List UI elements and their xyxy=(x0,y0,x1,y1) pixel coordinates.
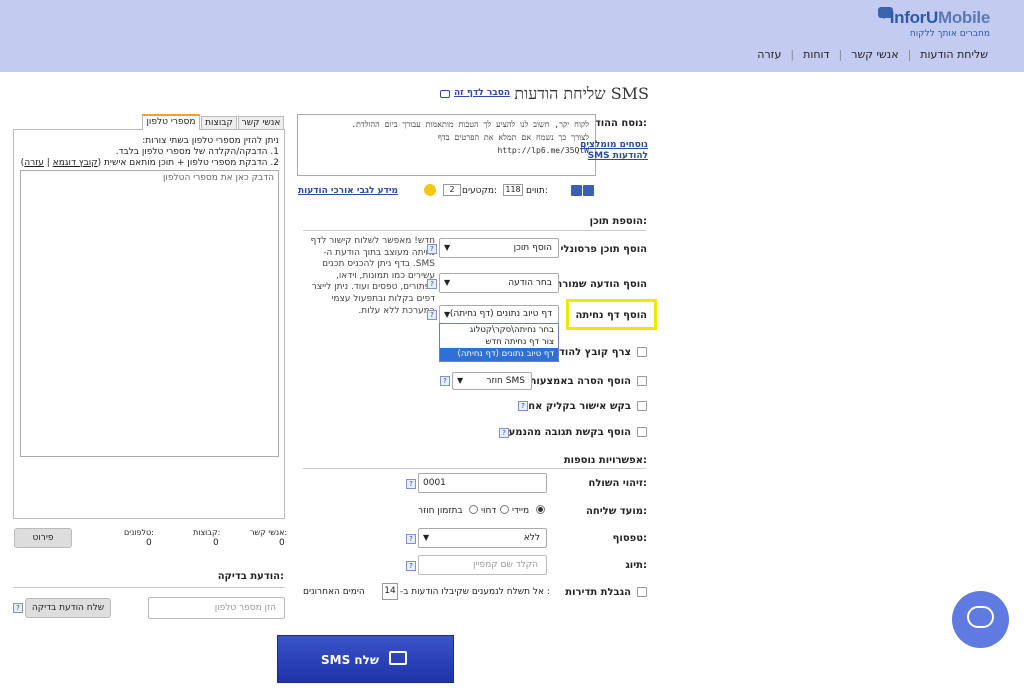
help-icon[interactable]: ? xyxy=(406,561,416,571)
reply-request-checkbox[interactable] xyxy=(637,427,647,437)
phones-count-label: טלפונים: xyxy=(124,528,154,537)
timing-immediate-label: מיידי xyxy=(512,506,530,516)
chat-widget-button[interactable] xyxy=(952,591,1009,648)
page-title: שליחת הודעות SMS xyxy=(514,84,649,103)
attach-file-checkbox[interactable] xyxy=(637,347,647,357)
example-file-link[interactable]: קובץ דוגמא xyxy=(53,158,98,168)
logo-tagline: מחברים אותך ללקוח xyxy=(909,29,990,39)
help-icon[interactable]: ? xyxy=(427,244,437,254)
align-right-icon[interactable] xyxy=(571,185,582,196)
help-icon[interactable]: ? xyxy=(406,479,416,489)
help-icon[interactable]: ? xyxy=(406,534,416,544)
nav-help[interactable]: עזרה xyxy=(757,48,781,61)
contacts-count-label: אנשי קשר: xyxy=(250,528,288,537)
landing-option-selected[interactable]: דף טיוב נתונים (דף נחיתה) xyxy=(440,348,558,361)
freq-limit-suffix: הימים האחרונים xyxy=(303,587,365,597)
help-icon[interactable]: ? xyxy=(518,401,528,411)
timing-delayed-radio[interactable] xyxy=(500,505,509,514)
send-test-button[interactable]: שלח הודעת בדיקה xyxy=(25,598,111,618)
saved-message-label: הוסף הודעה שמורה xyxy=(555,279,647,290)
one-click-checkbox[interactable] xyxy=(637,401,647,411)
segments-label: מקטעים: xyxy=(462,186,497,196)
landing-option[interactable]: בחר נחיתה\סקר\קטלוג xyxy=(440,324,558,336)
divider xyxy=(303,230,646,231)
details-button[interactable]: פירוט xyxy=(14,528,72,548)
one-click-label: בקש אישור בקליק אחד xyxy=(522,401,631,412)
timing-delayed-label: דחוי xyxy=(481,506,497,516)
main-nav: שליחת הודעות|אנשי קשר|דוחות|עזרה xyxy=(757,48,988,61)
landing-option[interactable]: צור דף נחיתה חדש xyxy=(440,336,558,348)
personal-content-select[interactable]: הוסף תוכן ▼ xyxy=(439,238,559,258)
content-section-title: הוספת תוכן: xyxy=(589,216,647,227)
tab-contacts[interactable]: אנשי קשר xyxy=(238,116,284,130)
template-select[interactable]: ללא ▼ xyxy=(418,528,547,548)
help-icon[interactable]: ? xyxy=(427,279,437,289)
landing-dropdown: בחר נחיתה\סקר\קטלוג צור דף נחיתה חדש דף … xyxy=(439,323,559,362)
unsubscribe-select[interactable]: SMS חוזר ▼ xyxy=(452,372,532,390)
align-left-icon[interactable] xyxy=(583,185,594,196)
nav-send-messages[interactable]: שליחת הודעות xyxy=(920,48,988,61)
divider xyxy=(303,468,646,469)
recipients-instructions: ניתן להזין מספרי טלפון בשתי צורות: 1. הד… xyxy=(20,136,279,168)
unsubscribe-checkbox[interactable] xyxy=(637,376,647,386)
nav-contacts[interactable]: אנשי קשר xyxy=(851,48,898,61)
landing-page-select[interactable]: דף טיוב נתונים (דף נחיתה) ▼ xyxy=(439,305,559,324)
timing-recurring-radio[interactable] xyxy=(469,505,478,514)
landing-page-label: הוסף דף נחיתה xyxy=(575,310,647,321)
help-icon[interactable]: ? xyxy=(499,428,509,438)
test-phone-input[interactable]: הזן מספר טלפון xyxy=(148,597,285,619)
saved-message-select[interactable]: בחר הודעה ▼ xyxy=(439,273,559,293)
nav-reports[interactable]: דוחות xyxy=(803,48,829,61)
send-sms-button[interactable]: שלח SMS xyxy=(277,635,454,683)
phone-numbers-textarea[interactable]: הדבק כאן את מספרי הטלפון xyxy=(20,170,279,457)
smiley-icon[interactable] xyxy=(424,184,436,196)
page-help-link[interactable]: הסבר לדף זה xyxy=(454,88,510,98)
timing-recurring-label: בתזמון חוזר xyxy=(418,506,463,516)
segments-count: 2 xyxy=(443,184,461,196)
message-length-link[interactable]: מידע לגבי אורכי הודעות xyxy=(298,186,398,196)
tag-label: תיוג: xyxy=(625,560,647,571)
groups-count: 0 xyxy=(213,538,219,548)
groups-count-label: קבוצות: xyxy=(193,528,221,537)
chat-bubble-icon xyxy=(967,606,994,628)
recipients-help-link[interactable]: עזרה xyxy=(24,158,44,168)
template-label: טפסוף: xyxy=(612,533,647,544)
help-icon[interactable]: ? xyxy=(440,376,450,386)
saved-texts-link[interactable]: נוסחים מומלצים להודעות SMS xyxy=(574,140,648,162)
tag-input[interactable]: הקלד שם קמפיין xyxy=(418,555,547,575)
freq-limit-label: הגבלת תדירות xyxy=(565,587,631,598)
logo[interactable]: InforUMobile xyxy=(890,8,991,28)
video-icon xyxy=(440,90,450,98)
help-icon[interactable]: ? xyxy=(13,603,23,613)
divider xyxy=(13,587,285,588)
unsubscribe-label: הוסף הסרה באמצעות xyxy=(529,376,631,387)
options-section-title: אפשרויות נוספות: xyxy=(563,455,647,466)
test-title: הודעת בדיקה: xyxy=(217,571,284,582)
sender-label: זיהוי השולח: xyxy=(588,478,647,489)
chars-count: 118 xyxy=(503,184,523,196)
sender-input[interactable]: 0001 xyxy=(418,473,547,493)
freq-limit-checkbox[interactable] xyxy=(637,587,647,597)
message-textarea[interactable]: לקוח יקר, חשוב לנו להציע לך הטבות מותאמו… xyxy=(297,114,596,176)
timing-immediate-radio[interactable] xyxy=(536,505,545,514)
personal-content-label: הוסף תוכן פרסונלי xyxy=(560,244,647,255)
tab-phone-numbers[interactable]: מספרי טלפון xyxy=(142,114,200,130)
contacts-count: 0 xyxy=(279,538,285,548)
phone-envelope-icon xyxy=(389,651,407,665)
phones-count: 0 xyxy=(146,538,152,548)
chars-label: תווים: xyxy=(526,186,548,196)
landing-info-text: חדש! מאפשר לשלוח קישור לדף נחיתה מעוצב ב… xyxy=(310,236,435,316)
freq-limit-text: : אל תשלח לנמענים שקיבלו הודעות ב- xyxy=(400,587,550,597)
top-header: InforUMobile מחברים אותך ללקוח שליחת הוד… xyxy=(0,0,1024,72)
freq-days-input[interactable]: 14 xyxy=(382,583,398,600)
tab-groups[interactable]: קבוצות xyxy=(201,116,237,130)
reply-request-label: הוסף בקשת תגובה מהנמען xyxy=(505,427,631,438)
help-icon[interactable]: ? xyxy=(427,310,437,320)
timing-label: מועד שליחה: xyxy=(585,506,647,517)
